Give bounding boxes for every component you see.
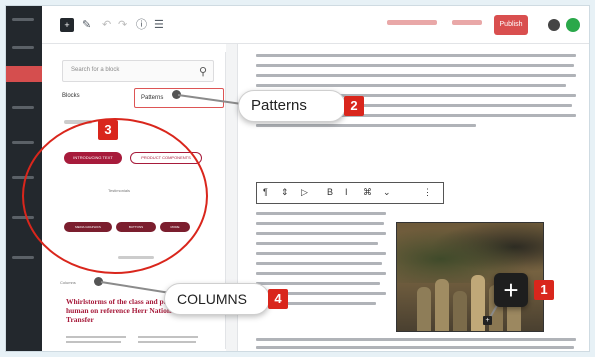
text-line	[66, 341, 121, 343]
bold-icon[interactable]: B	[327, 187, 333, 197]
callout-number: 4	[268, 289, 288, 309]
callout-number: 3	[98, 120, 118, 140]
list-view-icon[interactable]: ☰	[154, 18, 164, 32]
text-line	[256, 212, 386, 215]
search-placeholder: Search for a block	[71, 67, 120, 73]
block-toolbar: ¶ ⇕ ▷ B I ⌘ ⌄ ⋮	[256, 182, 444, 204]
highlight-circle	[22, 118, 208, 274]
add-block-button[interactable]: +	[494, 273, 528, 307]
italic-icon[interactable]: I	[345, 187, 348, 197]
plugin-status-icon[interactable]	[566, 18, 580, 32]
text-line	[256, 222, 384, 225]
undo-icon[interactable]: ↶	[102, 18, 111, 32]
info-icon[interactable]: ⓘ	[136, 18, 147, 32]
admin-menu-item[interactable]	[12, 106, 34, 109]
settings-gear-icon[interactable]	[548, 19, 560, 31]
align-icon[interactable]: ▷	[301, 187, 308, 198]
paragraph-icon[interactable]: ¶	[263, 187, 268, 197]
image-figure	[435, 279, 449, 331]
pencil-icon[interactable]: ✎	[82, 18, 91, 32]
add-block-icon[interactable]: +	[483, 316, 492, 325]
text-line	[138, 341, 196, 343]
save-draft-link[interactable]	[387, 20, 437, 25]
move-icon[interactable]: ⇕	[281, 187, 289, 198]
app-frame: + ✎ ↶ ↷ ⓘ ☰ Publish Search for a block ⚲…	[6, 6, 589, 351]
admin-menu-item[interactable]	[12, 18, 34, 21]
columns-callout: COLUMNS	[164, 283, 270, 315]
block-search-input[interactable]: Search for a block ⚲	[62, 60, 214, 82]
editor-top-bar: + ✎ ↶ ↷ ⓘ ☰ Publish	[42, 6, 589, 44]
admin-menu-item[interactable]	[12, 256, 34, 259]
text-line	[256, 262, 382, 265]
redo-icon[interactable]: ↷	[118, 18, 127, 32]
text-line	[256, 54, 576, 57]
text-line	[256, 242, 378, 245]
text-line	[256, 272, 386, 275]
columns-pattern-label: Columns	[60, 280, 76, 285]
text-line	[256, 252, 386, 255]
text-line	[256, 232, 386, 235]
admin-menu-item[interactable]	[12, 46, 34, 49]
link-icon[interactable]: ⌘	[363, 187, 372, 198]
text-line	[256, 346, 574, 349]
text-line	[256, 74, 576, 77]
image-figure	[417, 287, 431, 331]
callout-number: 2	[344, 96, 364, 116]
inserter-tabs: Blocks Patterns	[62, 88, 224, 110]
text-line	[256, 84, 566, 87]
text-line	[66, 336, 126, 338]
text-line	[256, 282, 380, 285]
more-options-icon[interactable]: ⋮	[423, 187, 432, 198]
text-line	[138, 336, 198, 338]
callout-number: 1	[534, 280, 554, 300]
admin-menu-item-active[interactable]	[6, 66, 42, 82]
block-inserter-toggle[interactable]: +	[60, 18, 74, 32]
preview-link[interactable]	[452, 20, 482, 25]
text-line	[256, 124, 476, 127]
text-line	[256, 64, 574, 67]
text-line	[256, 338, 576, 341]
publish-button[interactable]: Publish	[494, 15, 528, 35]
admin-menu-item[interactable]	[12, 141, 34, 144]
chevron-down-icon[interactable]: ⌄	[383, 187, 391, 198]
tab-blocks[interactable]: Blocks	[62, 93, 80, 99]
patterns-callout: Patterns	[238, 90, 346, 122]
image-figure	[453, 291, 467, 331]
search-icon: ⚲	[198, 66, 207, 78]
